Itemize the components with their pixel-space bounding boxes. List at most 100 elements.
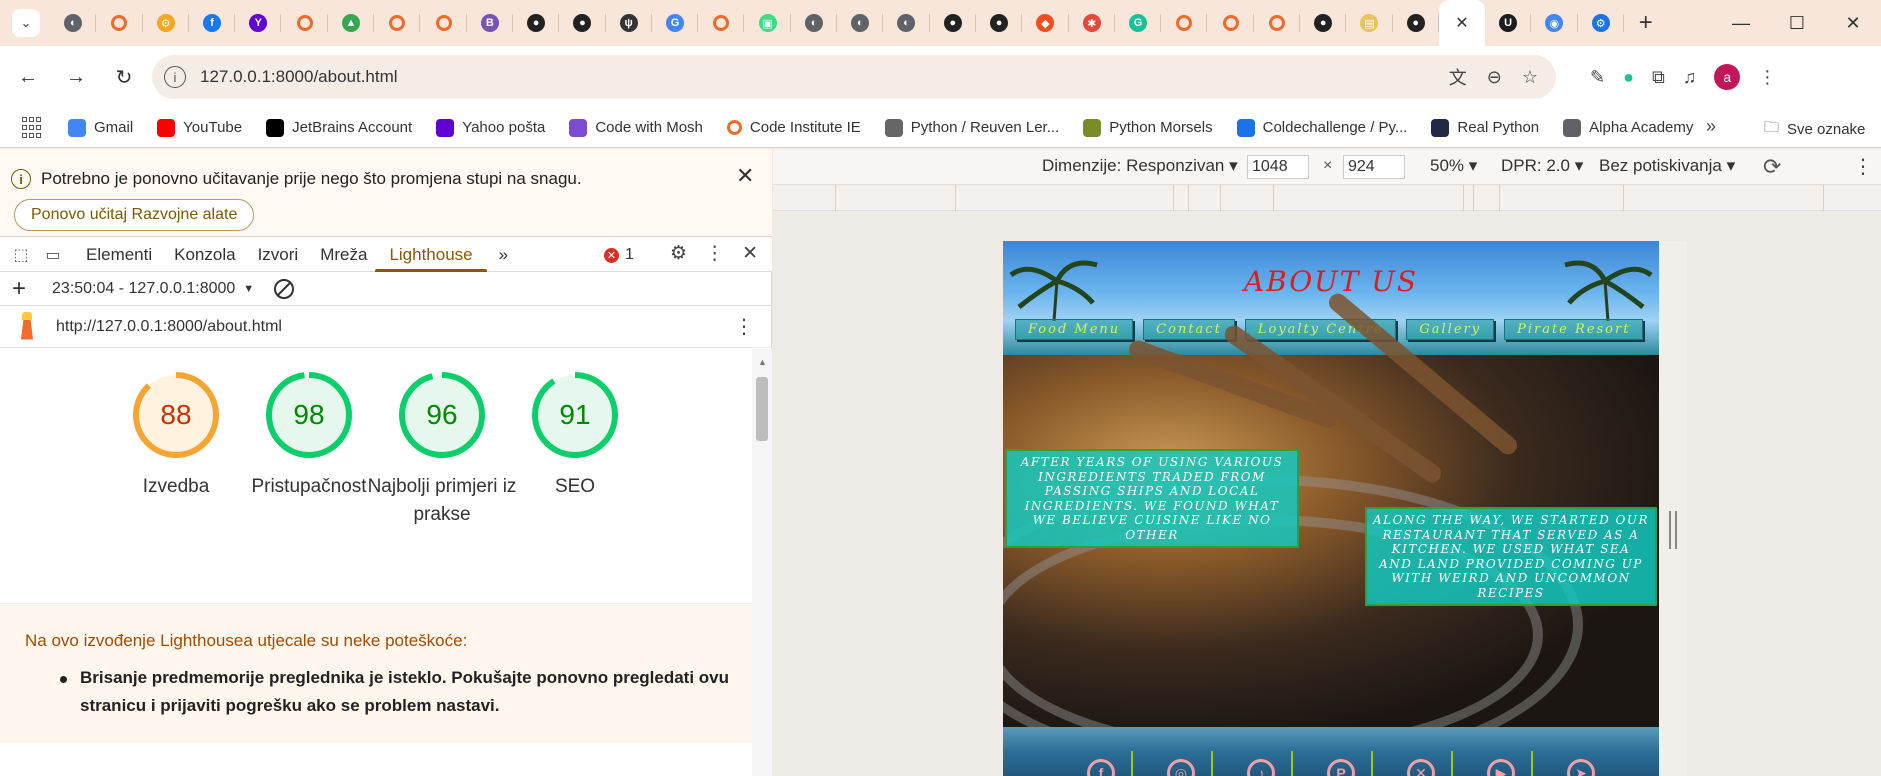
browser-tab[interactable]: G — [652, 0, 699, 46]
score-gauge[interactable]: 91 SEO — [500, 369, 650, 501]
settings-gear-icon[interactable]: ⚙ — [670, 242, 687, 265]
tab-search-button[interactable]: ⌄ — [12, 9, 40, 37]
facebook-icon[interactable]: f — [1087, 759, 1115, 776]
grammarly-icon[interactable]: ● — [1623, 67, 1634, 88]
browser-tab[interactable]: ● — [513, 0, 560, 46]
browser-tab[interactable] — [1254, 0, 1301, 46]
report-selector[interactable]: 23:50:04 - 127.0.0.1:8000 — [52, 280, 235, 298]
browser-tab[interactable]: ● — [559, 0, 606, 46]
browser-tab[interactable] — [420, 0, 467, 46]
instagram-icon[interactable]: ◎ — [1167, 759, 1195, 776]
browser-tab[interactable]: ▤ — [1346, 0, 1393, 46]
x-icon[interactable]: ✕ — [1407, 759, 1435, 776]
rotate-icon[interactable]: ⟳ — [1763, 154, 1781, 180]
browser-tab[interactable]: ● — [1393, 0, 1440, 46]
browser-tab[interactable]: ◐ — [50, 0, 97, 46]
browser-tab[interactable]: ⚙ — [1578, 0, 1625, 46]
bookmark-item[interactable]: JetBrains Account — [266, 118, 412, 137]
address-bar[interactable]: i 127.0.0.1:8000/about.html 文 ⊖ ☆ — [152, 55, 1556, 99]
bookmark-item[interactable]: Python Morsels — [1083, 118, 1213, 137]
back-button[interactable]: ← — [8, 57, 48, 97]
translate-icon[interactable]: 文 — [1449, 64, 1467, 90]
bookmark-item[interactable]: Coldechallenge / Py... — [1236, 118, 1407, 137]
forward-button[interactable]: → — [56, 57, 96, 97]
device-toolbar-icon[interactable]: ▭ — [42, 244, 64, 266]
browser-tab[interactable]: ◐ — [883, 0, 930, 46]
browser-tab[interactable]: f — [189, 0, 236, 46]
browser-tab[interactable]: ✱ — [1069, 0, 1116, 46]
youtube-icon[interactable]: ▶ — [1487, 759, 1515, 776]
browser-tab[interactable]: ◐ — [791, 0, 838, 46]
close-window-icon[interactable]: ✕ — [1825, 0, 1881, 46]
extension-icon[interactable]: ✎ — [1590, 67, 1605, 88]
site-nav-link[interactable]: Food Menu — [1015, 319, 1134, 340]
tab-console[interactable]: Konzola — [174, 238, 235, 272]
maximize-icon[interactable]: ☐ — [1769, 0, 1825, 46]
browser-tab[interactable]: ◆ — [1022, 0, 1069, 46]
score-gauge[interactable]: 96 Najbolji primjeri iz prakse — [367, 369, 517, 529]
browser-tab[interactable] — [698, 0, 745, 46]
browser-tab[interactable]: B — [467, 0, 514, 46]
telegram-icon[interactable]: ➤ — [1567, 759, 1595, 776]
report-url[interactable]: http://127.0.0.1:8000/about.html — [56, 318, 282, 336]
browser-tab[interactable]: ✕ — [1438, 0, 1485, 46]
bookmark-item[interactable]: Yahoo pošta — [436, 118, 545, 137]
bookmark-item[interactable]: Code with Mosh — [569, 118, 703, 137]
error-counter[interactable]: ✕ 1 — [604, 246, 634, 264]
bookmark-item[interactable]: Alpha Academy — [1563, 118, 1693, 137]
tab-sources[interactable]: Izvori — [258, 238, 299, 272]
scroll-up-icon[interactable]: ▲ — [758, 357, 767, 367]
browser-tab[interactable]: ◐ — [837, 0, 884, 46]
device-menu-icon[interactable]: ⋮ — [1853, 154, 1873, 179]
width-input[interactable]: 1048 — [1247, 155, 1309, 179]
reload-button[interactable]: ↻ — [104, 57, 144, 97]
browser-tab[interactable] — [281, 0, 329, 46]
inspect-element-icon[interactable]: ⬚ — [10, 244, 32, 266]
devtools-menu-icon[interactable]: ⋮ — [705, 242, 724, 265]
resize-handle-icon[interactable] — [1669, 511, 1677, 549]
close-icon[interactable]: ✕ — [736, 163, 754, 189]
bookmark-item[interactable]: Gmail — [68, 118, 133, 137]
pinterest-icon[interactable]: P — [1327, 759, 1355, 776]
bookmark-item[interactable]: Code Institute IE — [726, 119, 861, 137]
reload-devtools-button[interactable]: Ponovo učitaj Razvojne alate — [14, 199, 255, 231]
kebab-menu-icon[interactable]: ⋮ — [1758, 67, 1776, 88]
bookmark-item[interactable]: Python / Reuven Ler... — [884, 118, 1059, 137]
site-nav-link[interactable]: Pirate Resort — [1504, 319, 1644, 340]
bookmark-item[interactable]: YouTube — [157, 118, 242, 137]
minimize-icon[interactable]: — — [1713, 0, 1769, 46]
site-info-icon[interactable]: i — [164, 66, 186, 88]
browser-tab[interactable]: ψ — [606, 0, 653, 46]
browser-tab[interactable]: ▣ — [744, 0, 792, 46]
report-menu-icon[interactable]: ⋮ — [734, 314, 754, 339]
browser-tab[interactable]: ● — [930, 0, 977, 46]
new-tab-button[interactable]: + — [1628, 5, 1664, 41]
puzzle-icon[interactable]: ⧉ — [1652, 67, 1665, 88]
address-url[interactable]: 127.0.0.1:8000/about.html — [200, 67, 398, 87]
more-bookmarks-icon[interactable]: » — [1706, 116, 1716, 137]
throttling-select[interactable]: Bez potiskivanja ▾ — [1599, 156, 1735, 176]
browser-tab[interactable]: ● — [1300, 0, 1347, 46]
close-icon[interactable]: ✕ — [1453, 14, 1471, 32]
height-input[interactable]: 924 — [1343, 155, 1405, 179]
site-nav-link[interactable]: Contact — [1143, 319, 1235, 340]
browser-tab[interactable] — [96, 0, 143, 46]
zoom-icon[interactable]: ⊖ — [1487, 67, 1502, 88]
tab-network[interactable]: Mreža — [320, 238, 367, 272]
bookmark-item[interactable]: Real Python — [1431, 118, 1539, 137]
zoom-select[interactable]: 50% ▾ — [1430, 156, 1477, 176]
clear-reports-icon[interactable] — [274, 278, 295, 299]
apps-grid-icon[interactable] — [22, 116, 44, 139]
all-bookmarks-folder[interactable]: 🗀 Sve oznake — [1764, 117, 1865, 142]
browser-tab[interactable]: U — [1485, 0, 1532, 46]
tab-elements[interactable]: Elementi — [86, 238, 152, 272]
chevron-down-icon[interactable]: ▼ — [243, 283, 254, 295]
browser-tab[interactable] — [1161, 0, 1208, 46]
browser-tab[interactable]: G — [1115, 0, 1162, 46]
media-query-ruler[interactable] — [773, 185, 1881, 211]
scrollbar-thumb[interactable] — [756, 377, 768, 441]
browser-tab[interactable] — [374, 0, 421, 46]
dpr-select[interactable]: DPR: 2.0 ▾ — [1501, 156, 1583, 176]
site-nav-link[interactable]: Gallery — [1406, 319, 1495, 340]
tiktok-icon[interactable]: ♪ — [1247, 759, 1275, 776]
